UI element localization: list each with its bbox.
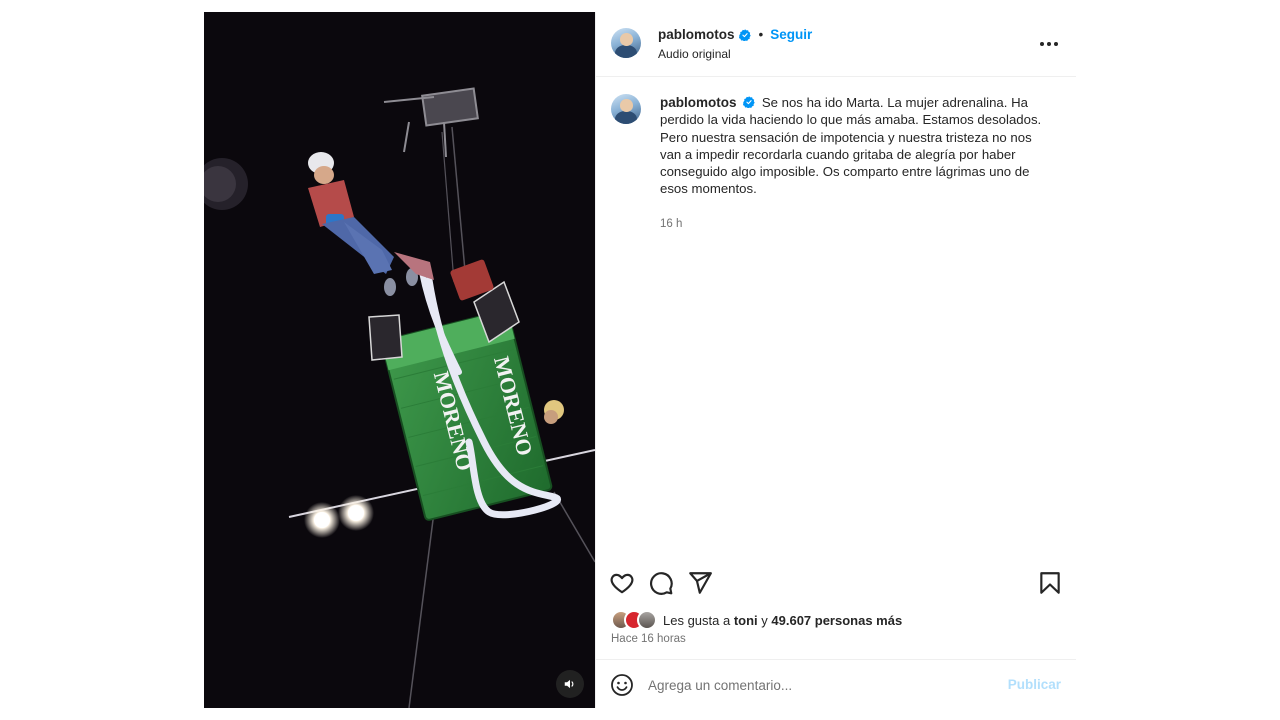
author-username[interactable]: pablomotos [658,27,735,42]
emoji-icon[interactable] [610,673,634,697]
liker-avatar[interactable] [637,610,657,630]
verified-badge-icon [743,96,755,108]
video-frame: MORENO MORENO [204,12,595,708]
comment-icon[interactable] [648,570,674,596]
likes-prefix: Les gusta a [663,612,734,628]
post-header: pablomotos • Seguir Audio original [596,12,1076,77]
publish-button[interactable]: Publicar [1008,677,1061,692]
audio-link[interactable]: Audio original [658,47,731,61]
post-date[interactable]: Hace 16 horas [611,633,686,645]
share-icon[interactable] [687,570,713,596]
heart-icon[interactable] [609,570,635,596]
likes-summary: Les gusta a toni y 49.607 personas más [611,610,902,630]
instagram-post: MORENO MORENO pablomotos • Seguir Audio … [204,12,1076,708]
separator-dot: • [758,27,764,42]
caption-text: Se nos ha ido Marta. La mujer adrenalina… [660,95,1042,197]
author-line: pablomotos • Seguir [658,27,812,42]
action-bar [596,568,1076,598]
comment-input[interactable] [648,674,988,696]
likes-text[interactable]: Les gusta a toni y 49.607 personas más [663,613,902,628]
comment-bar: Publicar [596,659,1076,708]
speaker-icon [564,679,574,689]
follow-button[interactable]: Seguir [770,27,812,42]
caption-avatar[interactable] [611,94,641,124]
post-details-panel: pablomotos • Seguir Audio original pablo… [595,12,1076,708]
more-options-icon[interactable] [1036,34,1062,54]
author-avatar[interactable] [611,28,641,58]
caption-text-block: pablomotos Se nos ha ido Marta. La mujer… [660,94,1055,198]
likes-count[interactable]: 49.607 personas más [771,613,902,628]
verified-badge-icon [738,28,751,41]
likes-friend-name[interactable]: toni [734,613,758,628]
bookmark-icon[interactable] [1037,570,1063,596]
post-video[interactable]: MORENO MORENO [204,12,595,708]
caption-username[interactable]: pablomotos [660,95,737,110]
mute-button[interactable] [556,670,584,698]
likes-connector: y [757,612,772,628]
caption-timestamp[interactable]: 16 h [660,218,682,230]
